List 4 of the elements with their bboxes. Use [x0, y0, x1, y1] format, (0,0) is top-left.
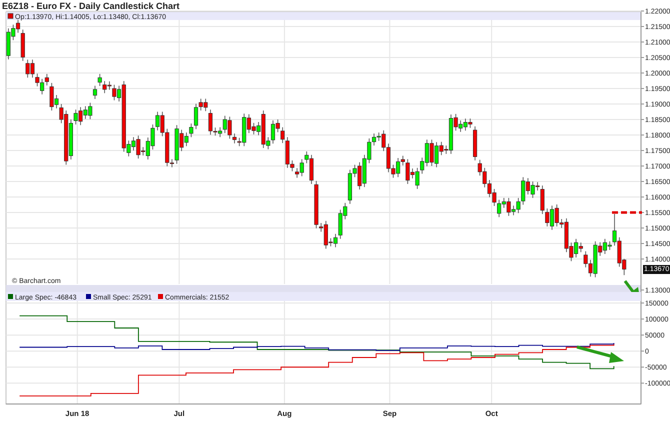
annotation-arrow — [576, 346, 624, 363]
dashed-level-line — [612, 211, 642, 214]
candle-swatch-icon — [8, 13, 14, 19]
chart-title: E6Z18 - Euro FX - Daily Candlestick Chart — [2, 1, 180, 11]
